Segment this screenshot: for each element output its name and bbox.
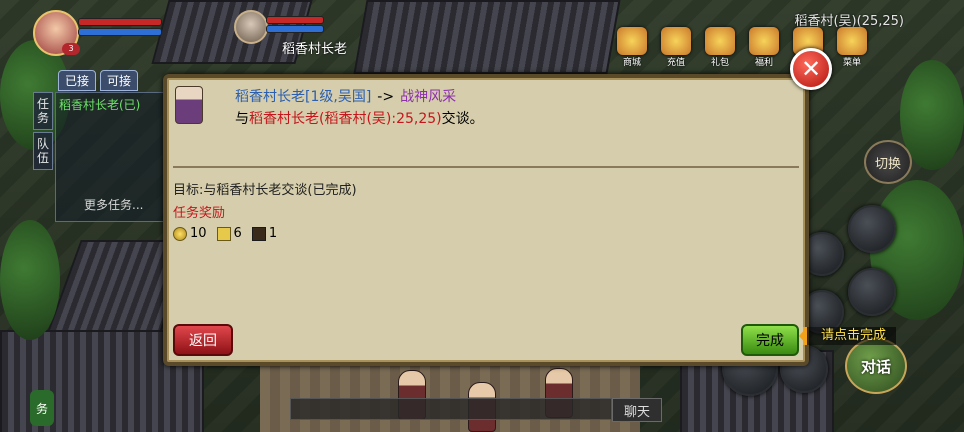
- target-npc-name: 稻香村长老: [282, 42, 348, 57]
- recharge-label: 充值: [666, 58, 685, 68]
- side-tab-team[interactable]: 队伍: [33, 132, 53, 170]
- shop-button[interactable]: 商城: [612, 26, 652, 68]
- more-tasks-link[interactable]: 更多任务...: [84, 196, 143, 213]
- complete-button[interactable]: 完成: [741, 324, 799, 356]
- close-icon[interactable]: ✕: [790, 48, 832, 90]
- reward-list: 10 6 1: [173, 226, 277, 241]
- reward-exp: 6: [216, 226, 242, 241]
- divider: [173, 166, 799, 168]
- npc-hp-bar: [266, 16, 324, 24]
- reward-heading: 任务奖励: [173, 206, 226, 221]
- quest-dialog: 稻香村长老[1级,吴国] -> 战神风采 与稻香村长老(稻香村(吴):25,25)交…: [163, 74, 809, 366]
- tree: [0, 220, 60, 340]
- shop-icon: [617, 27, 647, 55]
- quest-tabs: 已接 可接: [58, 70, 139, 91]
- switch-button[interactable]: 切换: [864, 140, 912, 184]
- menu-label: 菜单: [842, 58, 861, 68]
- recharge-icon: [661, 27, 691, 55]
- click-complete-hint: 请点击完成: [803, 327, 897, 345]
- target-npc-avatar[interactable]: [234, 10, 268, 44]
- npc-mp-bar: [266, 25, 324, 33]
- skill-button[interactable]: [848, 205, 896, 253]
- reward-points: 1: [251, 226, 278, 241]
- rooftop: [353, 0, 621, 74]
- top-menu-icons: 商城 充值 礼包 福利 活动 菜单: [612, 26, 872, 68]
- gift-icon: [705, 27, 735, 55]
- player-level-badge: 3: [62, 43, 80, 55]
- welfare-label: 福利: [754, 58, 773, 68]
- exp-icon: [216, 226, 231, 241]
- recharge-button[interactable]: 充值: [656, 26, 696, 68]
- quest-tracker-item[interactable]: 稻香村长老(已): [56, 93, 164, 116]
- chat-input-bar[interactable]: [290, 398, 612, 420]
- quest-objective: 目标:与稻香村长老交谈(已完成): [173, 183, 357, 198]
- quest-description: 与稻香村长老(稻香村(吴):25,25)交谈。: [235, 108, 484, 128]
- welfare-button[interactable]: 福利: [744, 26, 784, 68]
- reward-coin-value: 10: [190, 226, 207, 241]
- coin-icon: [173, 226, 187, 241]
- desc-suffix: 交谈。: [441, 111, 484, 127]
- task-shortcut-icon[interactable]: 务: [30, 390, 54, 426]
- reward-coin: 10: [173, 226, 207, 241]
- tab-accepted[interactable]: 已接: [58, 70, 97, 91]
- mp-bar: [78, 28, 162, 36]
- item-button[interactable]: [848, 268, 896, 316]
- desc-prefix: 与: [235, 111, 249, 127]
- desc-target-link[interactable]: 稻香村长老(稻香村(吴):25,25): [249, 111, 442, 127]
- points-icon: [251, 226, 266, 241]
- menu-button[interactable]: 菜单: [832, 26, 872, 68]
- side-tab-quest[interactable]: 任务: [33, 92, 53, 130]
- gift-button[interactable]: 礼包: [700, 26, 740, 68]
- back-button[interactable]: 返回: [173, 324, 233, 356]
- talk-button[interactable]: 对话: [845, 338, 907, 394]
- npc-portrait-icon: [175, 86, 203, 124]
- quest-header: 稻香村长老[1级,吴国] -> 战神风采: [235, 86, 456, 106]
- arrow-separator: ->: [377, 89, 395, 105]
- shop-label: 商城: [622, 58, 641, 68]
- welfare-icon: [749, 27, 779, 55]
- reward-exp-value: 6: [233, 226, 242, 241]
- stone-path: [260, 360, 640, 432]
- menu-icon: [837, 27, 867, 55]
- quest-title: 战神风采: [400, 89, 457, 105]
- npc-link[interactable]: 稻香村长老[1级,吴国]: [235, 89, 371, 105]
- chat-button[interactable]: 聊天: [612, 398, 662, 422]
- side-tabs: 任务 队伍: [33, 92, 53, 170]
- reward-points-value: 1: [268, 226, 278, 241]
- hp-bar: [78, 18, 162, 26]
- tab-available[interactable]: 可接: [100, 70, 139, 91]
- gift-label: 礼包: [710, 58, 729, 68]
